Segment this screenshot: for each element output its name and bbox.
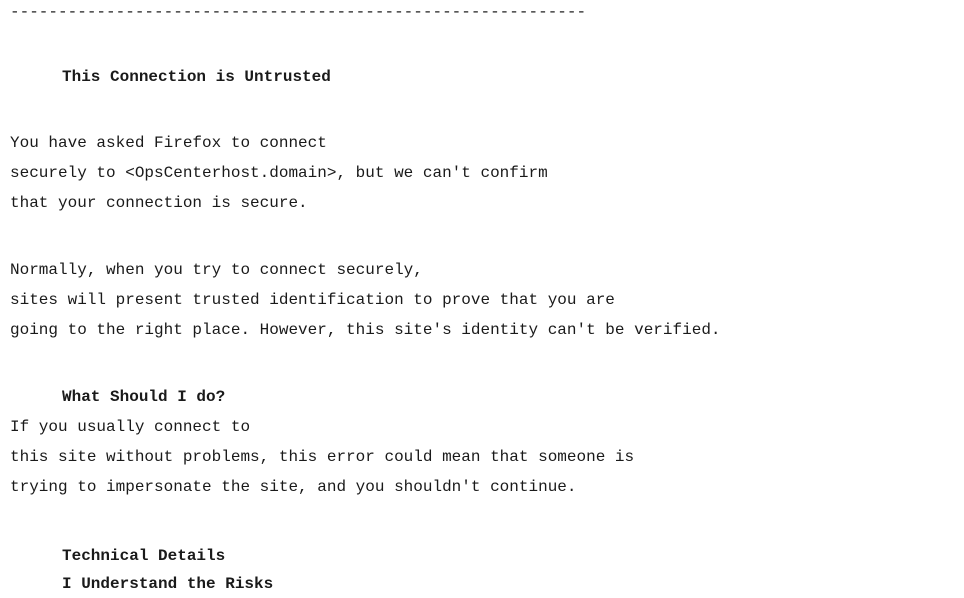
- understand-risks-link[interactable]: I Understand the Risks: [62, 574, 273, 594]
- technical-details-link[interactable]: Technical Details: [62, 546, 225, 566]
- intro-line-2: securely to <OpsCenterhost.domain>, but …: [10, 164, 548, 182]
- intro-line-1: You have asked Firefox to connect: [10, 134, 327, 152]
- divider-line: ----------------------------------------…: [10, 3, 587, 21]
- page-title: This Connection is Untrusted: [62, 68, 331, 86]
- what-should-line-1: If you usually connect to: [10, 418, 251, 436]
- what-should-heading: What Should I do?: [62, 388, 226, 406]
- intro-line-3: that your connection is secure.: [10, 194, 308, 212]
- what-should-line-3: trying to impersonate the site, and you …: [10, 478, 577, 496]
- normally-line-1: Normally, when you try to connect secure…: [10, 261, 423, 279]
- normally-line-3: going to the right place. However, this …: [10, 321, 721, 339]
- what-should-line-2: this site without problems, this error c…: [10, 448, 635, 466]
- normally-line-2: sites will present trusted identificatio…: [10, 291, 615, 309]
